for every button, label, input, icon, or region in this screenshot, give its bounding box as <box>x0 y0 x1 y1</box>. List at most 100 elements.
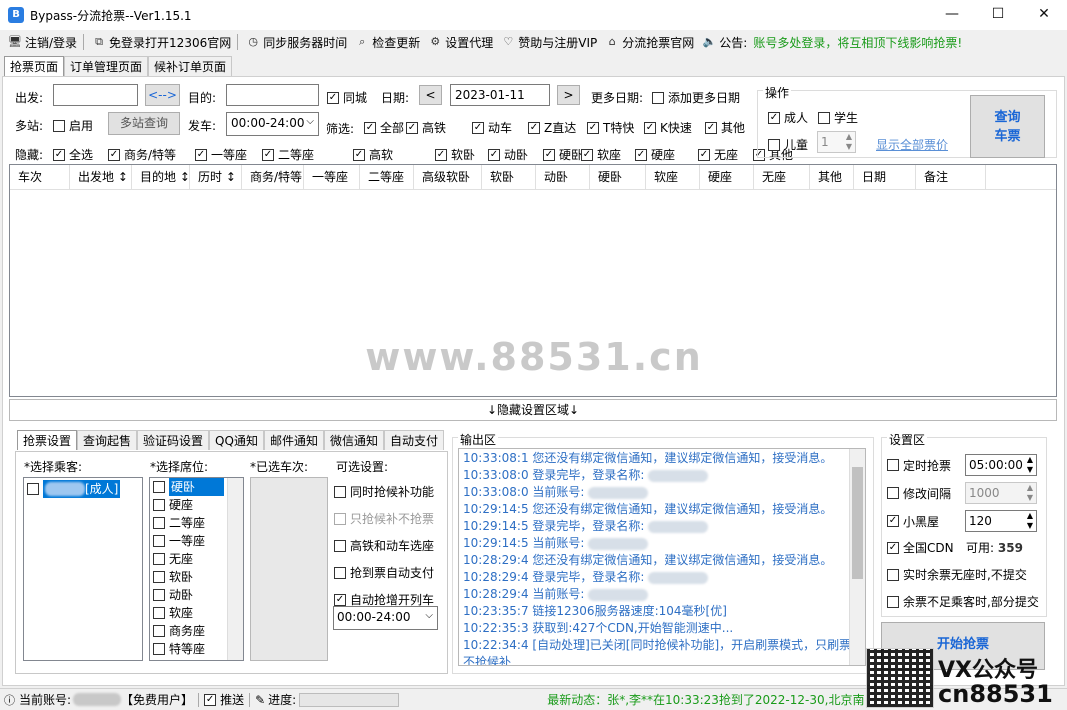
date-input[interactable] <box>450 84 550 106</box>
settings-tab[interactable]: 查询起售 <box>77 430 138 450</box>
output-scrollbar[interactable] <box>849 449 865 665</box>
tab-waitlist[interactable]: 候补订单页面 <box>148 56 233 76</box>
hide-checkbox[interactable]: ✓ 二等座 <box>262 146 314 163</box>
grid-column-header[interactable]: 动卧 <box>536 165 590 189</box>
to-input[interactable] <box>226 84 319 106</box>
seat-list[interactable]: 硬卧 硬座 二等座 一等座 无座 软卧 动卧 软座 商务座 特等座 <box>149 477 244 661</box>
next-date-button[interactable]: > <box>557 85 580 105</box>
show-all-prices-link[interactable]: 显示全部票价 <box>876 136 948 153</box>
settings-tab[interactable]: 抢票设置 <box>17 430 78 450</box>
hide-checkbox[interactable]: ✓ 动卧 <box>488 146 528 163</box>
query-tickets-button[interactable]: 查询 车票 <box>970 95 1045 158</box>
menu-proxy[interactable]: ⚙ 设置代理 <box>428 34 493 51</box>
grid-column-header[interactable]: 出发地 ↕ <box>70 165 132 189</box>
child-checkbox[interactable]: 儿童 <box>768 136 808 153</box>
same-city-checkbox[interactable]: ✓ 同城 <box>327 89 367 106</box>
grid-column-header[interactable]: 无座 <box>754 165 810 189</box>
tab-booking[interactable]: 抢票页面 <box>4 56 65 76</box>
hide-checkbox[interactable]: ✓ 软卧 <box>435 146 475 163</box>
hide-checkbox[interactable]: ✓ 高软 <box>353 146 393 163</box>
setting-stepper[interactable]: 1000 ▲ ▼ <box>965 482 1037 504</box>
filter-checkbox[interactable]: ✓ Z直达 <box>528 119 576 136</box>
grid-column-header[interactable]: 车次 <box>10 165 70 189</box>
grid-column-header[interactable]: 硬卧 <box>590 165 646 189</box>
minimize-button[interactable]: — <box>929 0 975 30</box>
child-count-stepper[interactable]: 1 ▲ ▼ <box>817 131 856 153</box>
hide-checkbox[interactable]: ✓ 全选 <box>53 146 93 163</box>
results-grid[interactable]: 车次 出发地 ↕ 目的地 ↕ 历时 ↕ 商务/特等 一等座 二等座 高级软卧 软卧 动卧 硬卧 软座硬… <box>9 164 1057 397</box>
menu-official-site[interactable]: ⌂ 分流抢票官网 <box>605 34 695 51</box>
close-button[interactable]: ✕ <box>1021 0 1067 30</box>
passenger-list[interactable]: [成人] <box>23 477 143 661</box>
adult-checkbox[interactable]: ✓ 成人 <box>768 109 808 126</box>
seat-scrollbar[interactable] <box>227 478 243 660</box>
menu-sponsor-vip[interactable]: ♡ 赞助与注册VIP <box>501 34 597 51</box>
settings-tab[interactable]: 邮件通知 <box>263 430 324 450</box>
monitor-icon: 🖥 <box>8 35 22 48</box>
setting-checkbox[interactable]: 定时抢票 <box>887 457 951 474</box>
menu-logout-login[interactable]: 🖥 注销/登录 <box>8 34 77 51</box>
settings-tab[interactable]: 自动支付 <box>383 430 444 450</box>
hide-checkbox[interactable]: ✓ 一等座 <box>195 146 247 163</box>
grid-column-header[interactable]: 日期 <box>854 165 916 189</box>
optional-checkbox[interactable]: 抢到票自动支付 <box>334 559 444 586</box>
filter-checkbox[interactable]: ✓ 高铁 <box>406 119 446 136</box>
grid-column-header[interactable]: 高级软卧 <box>414 165 482 189</box>
setting-stepper[interactable]: 05:00:00 ▲ ▼ <box>965 454 1037 476</box>
depart-time-select[interactable]: 00:00-24:00 ⌵ <box>226 112 319 136</box>
grid-column-header[interactable]: 历时 ↕ <box>190 165 242 189</box>
output-log[interactable]: 10:33:08:1 您还没有绑定微信通知，建议绑定微信通知，接受消息。 10:3… <box>458 448 866 666</box>
settings-tab[interactable]: 验证码设置 <box>137 430 210 450</box>
filter-checkbox[interactable]: ✓ 全部 <box>364 119 404 136</box>
prev-date-button[interactable]: < <box>419 85 442 105</box>
push-checkbox[interactable]: ✓ 推送 <box>204 691 244 708</box>
optional-checkbox[interactable]: 只抢候补不抢票 <box>334 505 444 532</box>
grid-column-header[interactable]: 商务/特等 <box>242 165 304 189</box>
partial-submit-checkbox[interactable]: 余票不足乘客时,部分提交 <box>887 593 1039 610</box>
grid-column-header[interactable]: 目的地 ↕ <box>132 165 190 189</box>
optional-checkbox[interactable]: 同时抢候补功能 <box>334 478 444 505</box>
no-seat-no-submit-checkbox[interactable]: 实时余票无座时,不提交 <box>887 566 1027 583</box>
grid-column-header[interactable]: 一等座 <box>304 165 360 189</box>
grid-column-header[interactable]: 软座 <box>646 165 700 189</box>
enable-multi-checkbox[interactable]: 启用 <box>53 117 93 134</box>
from-input[interactable] <box>53 84 138 106</box>
grid-column-header[interactable]: 硬座 <box>700 165 754 189</box>
cdn-checkbox[interactable]: ✓ 全国CDN <box>887 539 954 556</box>
maximize-button[interactable]: ☐ <box>975 0 1021 30</box>
tab-orders[interactable]: 订单管理页面 <box>64 56 149 76</box>
filter-checkbox[interactable]: ✓ K快速 <box>644 119 692 136</box>
swap-button[interactable]: <--> <box>145 84 180 106</box>
settings-tab[interactable]: QQ通知 <box>209 430 264 450</box>
setting-stepper[interactable]: 120 ▲ ▼ <box>965 510 1037 532</box>
add-more-dates-checkbox[interactable]: 添加更多日期 <box>652 89 740 106</box>
grid-column-header[interactable]: 软卧 <box>482 165 536 189</box>
checkbox-box <box>334 539 346 552</box>
hide-checkbox[interactable]: ✓ 硬卧 <box>543 146 583 163</box>
optional-checkbox[interactable]: 高铁和动车选座 <box>334 532 444 559</box>
grid-column-header[interactable]: 二等座 <box>360 165 414 189</box>
checkbox-box <box>652 91 664 104</box>
hidden-settings-toggle[interactable]: ↓隐藏设置区域↓ <box>9 399 1057 421</box>
scroll-thumb[interactable] <box>852 467 863 579</box>
filter-checkbox[interactable]: ✓ 动车 <box>472 119 512 136</box>
menu-check-update[interactable]: ⌕ 检查更新 <box>355 34 420 51</box>
hide-checkbox[interactable]: ✓ 软座 <box>581 146 621 163</box>
multi-query-button[interactable]: 多站查询 <box>108 112 180 135</box>
student-checkbox[interactable]: 学生 <box>818 109 858 126</box>
list-item[interactable]: [成人] <box>24 480 142 498</box>
hide-checkbox[interactable]: ✓ 无座 <box>698 146 738 163</box>
extra-time-select[interactable]: 00:00-24:00 ⌵ <box>333 606 438 630</box>
hide-checkbox[interactable]: ✓ 硬座 <box>635 146 675 163</box>
menu-open-12306[interactable]: ⧉ 免登录打开12306官网 <box>92 34 231 51</box>
setting-checkbox[interactable]: 修改间隔 <box>887 485 951 502</box>
selected-trains-list[interactable] <box>250 477 328 661</box>
settings-tab[interactable]: 微信通知 <box>323 430 384 450</box>
menu-sync-time[interactable]: ◷ 同步服务器时间 <box>246 34 347 51</box>
grid-column-header[interactable]: 其他 <box>810 165 854 189</box>
setting-checkbox[interactable]: ✓ 小黑屋 <box>887 513 939 530</box>
filter-checkbox[interactable]: ✓ T特快 <box>587 119 634 136</box>
filter-checkbox[interactable]: ✓ 其他 <box>705 119 745 136</box>
grid-column-header[interactable]: 备注 <box>916 165 986 189</box>
hide-checkbox[interactable]: ✓ 商务/特等 <box>108 146 176 163</box>
